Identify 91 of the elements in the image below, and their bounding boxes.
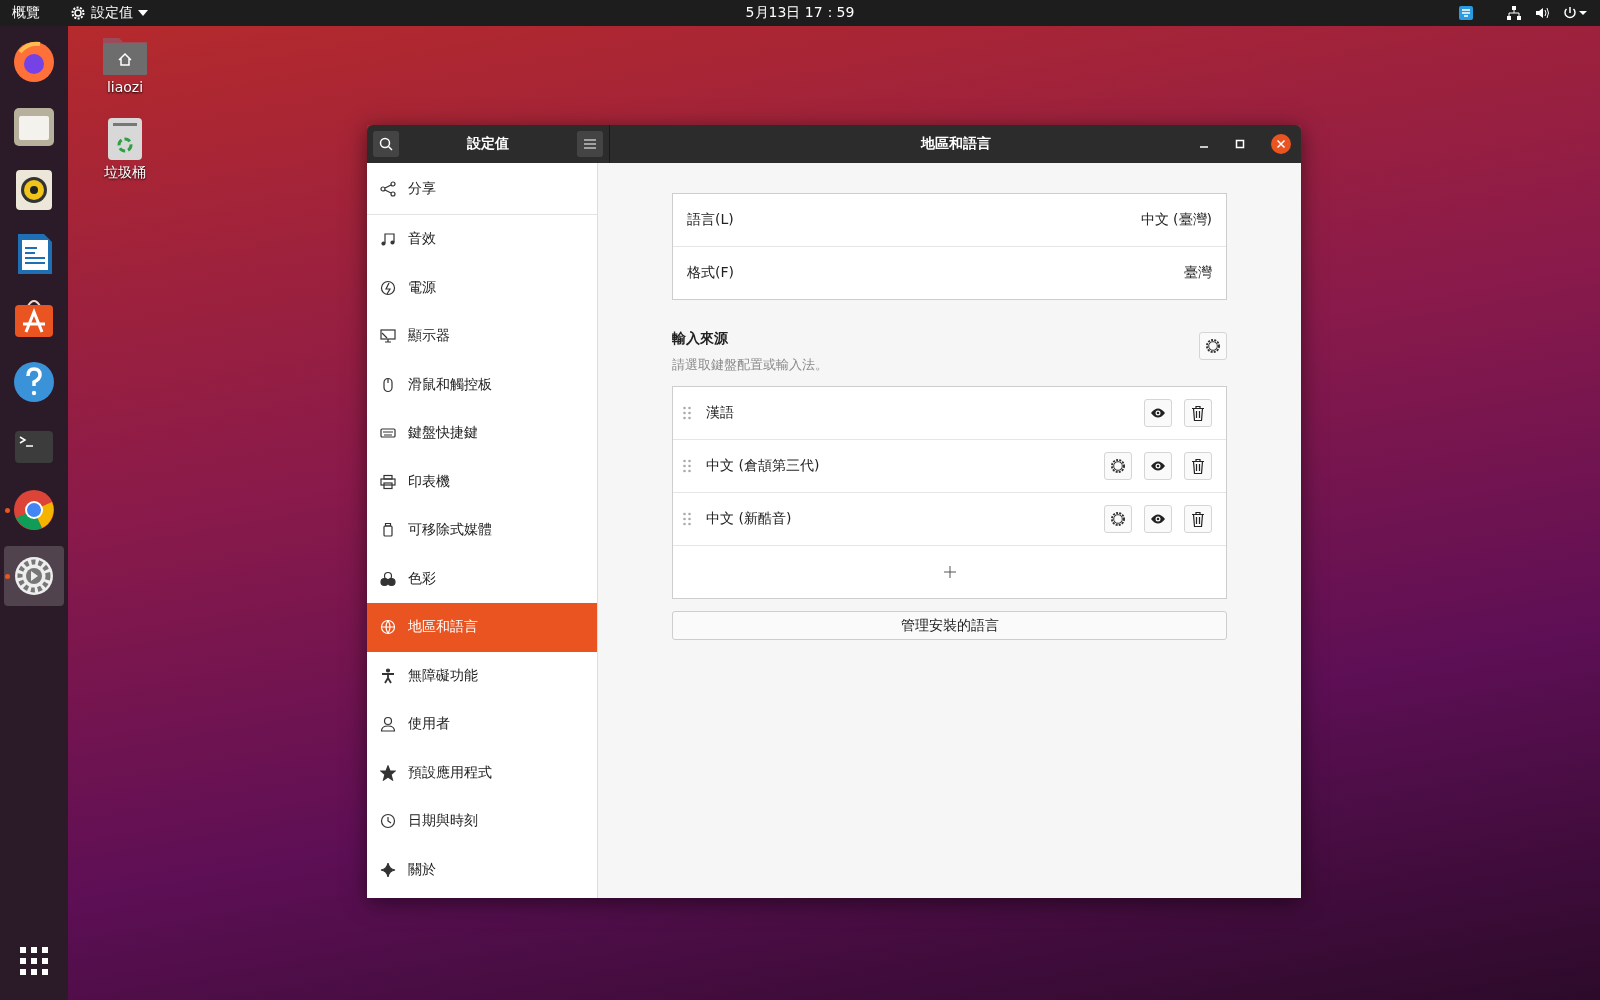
window-title: 地區和語言 — [920, 135, 991, 153]
sidebar-item[interactable]: 地區和語言 — [367, 603, 597, 652]
preview-button[interactable] — [1144, 452, 1172, 480]
input-source-row[interactable]: 中文 (倉頡第三代) — [673, 439, 1226, 492]
input-source-name: 中文 (倉頡第三代) — [706, 457, 820, 475]
sidebar-item[interactable]: 無障礙功能 — [367, 651, 597, 700]
music-icon — [380, 231, 396, 248]
sparkle-icon — [380, 861, 396, 878]
search-button[interactable] — [373, 131, 399, 157]
sidebar-item[interactable]: 色彩 — [367, 554, 597, 603]
row-value: 臺灣 — [1184, 264, 1212, 282]
user-icon — [380, 716, 396, 733]
sidebar-item[interactable]: 關於 — [367, 845, 597, 894]
globe-icon — [380, 619, 396, 636]
sidebar-item[interactable]: 使用者 — [367, 700, 597, 749]
gear-icon — [1110, 511, 1126, 527]
manage-languages-button[interactable]: 管理安裝的語言 — [672, 611, 1227, 640]
trash-icon — [1191, 458, 1205, 474]
search-icon — [379, 137, 393, 151]
remove-button[interactable] — [1184, 505, 1212, 533]
gear-icon — [1205, 338, 1221, 354]
app-icon[interactable] — [12, 554, 56, 598]
usb-icon — [380, 522, 396, 539]
preview-button[interactable] — [1144, 505, 1172, 533]
input-source-row[interactable]: 漢語 — [673, 387, 1226, 439]
input-source-name: 中文 (新酷音) — [706, 510, 792, 528]
sidebar-item[interactable]: 鍵盤快捷鍵 — [367, 409, 597, 458]
power-menu-icon[interactable] — [1562, 5, 1588, 21]
clock[interactable]: 5月13日 17：59 — [745, 4, 855, 22]
input-method-icon[interactable] — [1458, 5, 1474, 21]
preview-button[interactable] — [1144, 399, 1172, 427]
gear-icon — [1110, 458, 1126, 474]
caret-icon — [138, 10, 148, 16]
share-icon — [380, 180, 396, 197]
desktop-icon-label[interactable]: 垃圾桶 — [104, 164, 146, 182]
sidebar-item[interactable]: 可移除式媒體 — [367, 506, 597, 555]
printer-icon — [380, 473, 396, 490]
settings-row[interactable]: 格式(F) 臺灣 — [673, 246, 1226, 299]
drag-handle-icon[interactable] — [683, 406, 691, 420]
options-button[interactable] — [1199, 332, 1227, 360]
app-icon[interactable] — [12, 488, 56, 532]
row-label: 語言(L) — [687, 211, 734, 229]
sidebar-item[interactable]: 滑鼠和觸控板 — [367, 360, 597, 409]
sidebar-item[interactable]: 顯示器 — [367, 312, 597, 361]
sidebar-item[interactable]: 音效 — [367, 215, 597, 264]
clock-icon — [380, 813, 396, 830]
close-icon[interactable] — [1271, 134, 1291, 154]
app-grid-icon[interactable] — [19, 946, 49, 976]
trash-icon — [1191, 405, 1205, 421]
desktop-icon-label[interactable]: liaozi — [106, 79, 144, 95]
sidebar-item[interactable]: 日期與時刻 — [367, 797, 597, 846]
activities-button[interactable]: 概覽 — [0, 4, 52, 22]
app-icon[interactable] — [12, 40, 56, 84]
access-icon — [380, 667, 396, 684]
settings-button[interactable] — [1104, 452, 1132, 480]
power-icon — [380, 279, 396, 296]
eye-icon — [1150, 407, 1166, 419]
trash-icon[interactable] — [107, 117, 143, 161]
menu-button[interactable] — [577, 131, 603, 157]
maximize-icon[interactable] — [1235, 139, 1245, 149]
plus-icon — [943, 566, 956, 578]
app-menu[interactable]: 設定值 — [52, 4, 160, 22]
sidebar-title: 設定值 — [467, 135, 509, 153]
input-source-row[interactable]: 中文 (新酷音) — [673, 492, 1226, 545]
section-title: 輸入來源 — [672, 330, 729, 348]
color-icon — [380, 570, 396, 587]
remove-button[interactable] — [1184, 399, 1212, 427]
settings-row[interactable]: 語言(L) 中文 (臺灣) — [673, 194, 1226, 246]
trash-icon — [1191, 511, 1205, 527]
row-label: 格式(F) — [687, 264, 734, 282]
star-icon — [380, 764, 396, 781]
sidebar-item[interactable]: 印表機 — [367, 457, 597, 506]
network-icon[interactable] — [1506, 5, 1522, 21]
row-value: 中文 (臺灣) — [1140, 211, 1212, 229]
section-subtitle: 請選取鍵盤配置或輸入法。 — [672, 356, 828, 374]
menu-icon — [584, 139, 596, 149]
sidebar-item[interactable]: 電源 — [367, 263, 597, 312]
sidebar-item[interactable]: 預設應用程式 — [367, 748, 597, 797]
eye-icon — [1150, 513, 1166, 525]
eye-icon — [1150, 460, 1166, 472]
gear-icon — [70, 5, 86, 21]
display-icon — [380, 328, 396, 345]
sidebar-item[interactable]: 分享 — [367, 163, 597, 215]
input-source-name: 漢語 — [706, 404, 734, 422]
drag-handle-icon[interactable] — [683, 512, 691, 526]
app-icon[interactable] — [12, 360, 56, 404]
mouse-icon — [380, 376, 396, 393]
volume-icon[interactable] — [1534, 5, 1550, 21]
drag-handle-icon[interactable] — [683, 459, 691, 473]
remove-button[interactable] — [1184, 452, 1212, 480]
settings-button[interactable] — [1104, 505, 1132, 533]
